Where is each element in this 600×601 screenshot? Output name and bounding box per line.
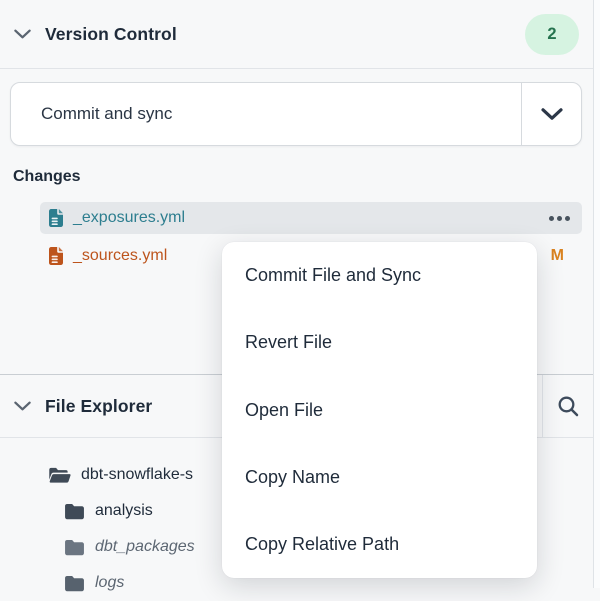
search-icon (556, 394, 580, 418)
folder-icon (64, 575, 85, 592)
yml-file-icon (48, 246, 64, 266)
change-row-exposures[interactable]: _exposures.yml (40, 202, 582, 234)
more-options-icon[interactable] (547, 212, 572, 225)
file-explorer-title: File Explorer (45, 396, 152, 417)
changes-count-badge: 2 (525, 14, 579, 55)
menu-item-copy-name[interactable]: Copy Name (222, 444, 537, 511)
tree-item-label: dbt-snowflake-s (81, 466, 193, 484)
change-file-name: _exposures.yml (73, 209, 185, 227)
file-search-button[interactable] (542, 375, 593, 437)
chevron-down-icon[interactable] (14, 29, 31, 39)
file-context-menu: Commit File and Sync Revert File Open Fi… (222, 242, 537, 578)
folder-open-icon (48, 466, 71, 484)
menu-item-revert-file[interactable]: Revert File (222, 309, 537, 376)
changes-section-label: Changes (13, 168, 81, 186)
modified-status-badge: M (551, 247, 564, 265)
tree-item-label: logs (95, 574, 124, 592)
folder-icon (64, 539, 85, 556)
commit-and-sync-dropdown[interactable]: Commit and sync (10, 82, 582, 146)
tree-item-label: analysis (95, 502, 153, 520)
commit-dropdown-caret[interactable] (521, 83, 581, 145)
tree-item-label: dbt_packages (95, 538, 195, 556)
scrollbar-gutter[interactable] (593, 0, 600, 588)
chevron-down-icon[interactable] (14, 401, 31, 411)
menu-item-copy-relative-path[interactable]: Copy Relative Path (222, 511, 537, 578)
chevron-down-icon (541, 108, 563, 120)
yml-file-icon (48, 208, 64, 228)
menu-item-commit-file-and-sync[interactable]: Commit File and Sync (222, 242, 537, 309)
menu-item-open-file[interactable]: Open File (222, 376, 537, 443)
version-control-header[interactable]: Version Control 2 (0, 0, 593, 69)
commit-dropdown-selected-label: Commit and sync (11, 104, 172, 124)
change-file-name: _sources.yml (73, 247, 167, 265)
version-control-title: Version Control (45, 24, 177, 45)
folder-icon (64, 503, 85, 520)
